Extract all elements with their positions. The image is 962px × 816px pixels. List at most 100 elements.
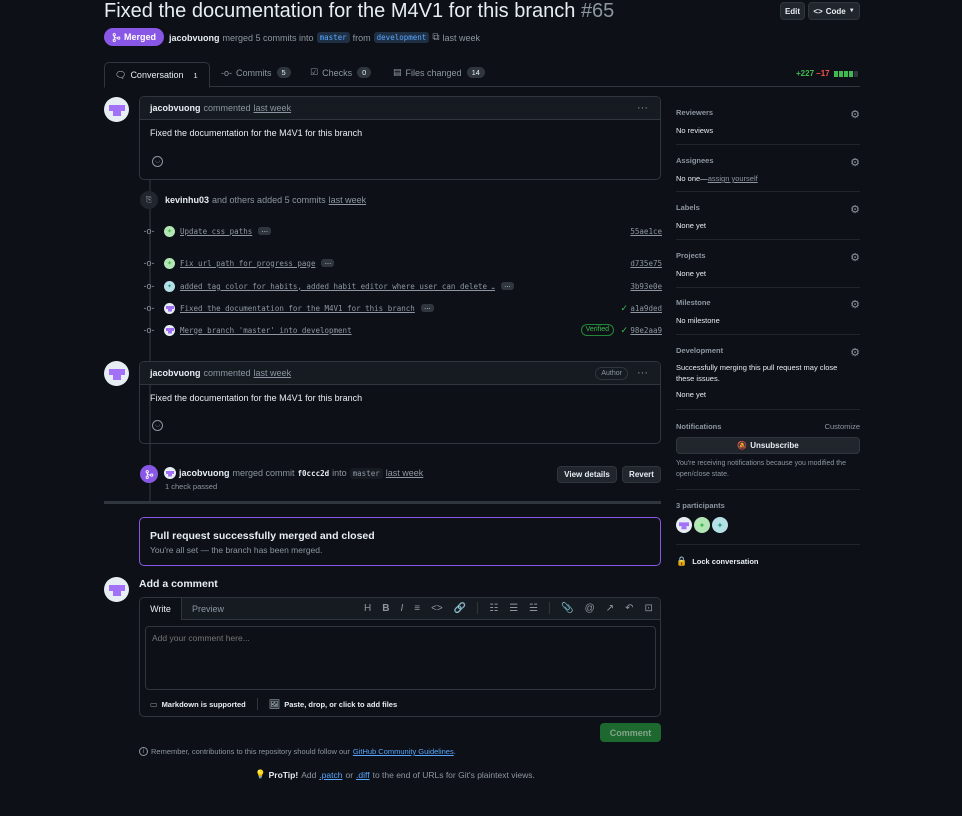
comment-textarea[interactable] [145, 626, 656, 690]
comment-time[interactable]: last week [254, 103, 292, 113]
unsubscribe-button[interactable]: 🔕 Unsubscribe [676, 437, 860, 454]
tab-write[interactable]: Write [140, 598, 182, 620]
revert-button[interactable]: Revert [622, 466, 661, 483]
kebab-menu-icon[interactable]: ··· [637, 367, 648, 379]
checks-passed[interactable]: 1 check passed [165, 482, 217, 491]
quote-icon[interactable]: ≡ [414, 603, 420, 614]
italic-icon[interactable]: I [400, 603, 403, 614]
markdown-note[interactable]: Markdown is supported [162, 700, 246, 709]
guidelines-link[interactable]: GitHub Community Guidelines [353, 747, 454, 756]
tab-files-changed[interactable]: ▤ Files changed 14 [393, 67, 485, 78]
link-icon[interactable]: 🔗 [454, 603, 466, 614]
sidebar-development: Development Successfully merging this pu… [676, 346, 860, 410]
assign-yourself-link[interactable]: assign yourself [708, 174, 758, 183]
merge-branch[interactable]: master [349, 467, 383, 479]
base-branch[interactable]: master [316, 32, 350, 43]
commit-expand-button[interactable]: … [501, 282, 514, 290]
sidebar-reviewers-title[interactable]: Reviewers [676, 108, 860, 117]
timeline-divider [104, 501, 661, 504]
commit-sha[interactable]: 98e2aa9 [630, 326, 662, 335]
commit-message[interactable]: Fixed the documentation for the M4V1 for… [180, 304, 415, 313]
participant-avatar[interactable]: ✦ [694, 517, 710, 533]
task-list-icon[interactable]: ☱ [529, 603, 538, 614]
bold-icon[interactable]: B [382, 603, 389, 614]
commit-expand-button[interactable]: … [258, 227, 272, 235]
view-details-button[interactable]: View details [557, 466, 617, 483]
tab-commits[interactable]: -o- Commits 5 [221, 67, 291, 78]
author-link[interactable]: jacobvuong [169, 33, 220, 43]
sidebar-labels-title[interactable]: Labels [676, 203, 860, 212]
avatar[interactable] [104, 577, 129, 602]
commit-sha[interactable]: 3b93e0e [630, 282, 662, 291]
numbered-list-icon[interactable]: ☷ [489, 603, 498, 614]
commit-expand-button[interactable]: … [321, 259, 335, 267]
tab-preview-label: Preview [192, 604, 225, 614]
comment-submit-button[interactable]: Comment [600, 723, 661, 742]
commits-event-time[interactable]: last week [329, 195, 367, 205]
cross-reference-icon[interactable]: ↗ [606, 603, 614, 614]
gear-icon[interactable]: ⚙ [850, 251, 860, 264]
kebab-menu-icon[interactable]: ··· [637, 102, 648, 114]
merge-event-time[interactable]: last week [386, 468, 424, 478]
lock-conversation[interactable]: 🔒 Lock conversation [676, 556, 759, 567]
sidebar-assignees-title[interactable]: Assignees [676, 156, 860, 165]
gear-icon[interactable]: ⚙ [850, 298, 860, 311]
slash-commands-icon[interactable]: ⊡ [645, 603, 653, 614]
participant-avatar[interactable]: ✦ [712, 517, 728, 533]
comment-author[interactable]: jacobvuong [150, 103, 201, 113]
comment-time[interactable]: last week [254, 368, 292, 378]
merge-commit-sha[interactable]: f0ccc2d [298, 469, 330, 478]
commit-avatar[interactable]: ✦ [164, 257, 175, 269]
head-branch[interactable]: development [373, 32, 430, 43]
commit-sha[interactable]: 55ae1ce [630, 227, 662, 236]
repo-push-icon: ⎘ [140, 191, 158, 209]
commit-message[interactable]: Update css paths [180, 227, 252, 236]
commit-expand-button[interactable]: … [420, 304, 434, 312]
commit-avatar[interactable] [164, 324, 175, 336]
bulleted-list-icon[interactable]: ☰ [509, 603, 518, 614]
commit-sha[interactable]: a1a9ded [630, 304, 662, 313]
editor-footer: ▭ Markdown is supported 🖼 Paste, drop, o… [150, 698, 397, 710]
diff-link[interactable]: .diff [356, 770, 370, 780]
attach-icon[interactable]: 📎 [561, 603, 573, 614]
gear-icon[interactable]: ⚙ [850, 156, 860, 169]
sidebar-projects-title[interactable]: Projects [676, 251, 860, 260]
customize-link[interactable]: Customize [825, 422, 860, 431]
verified-badge[interactable]: Verified [580, 324, 614, 336]
add-reaction-icon[interactable]: ◡ [152, 420, 163, 431]
sidebar-milestone-title[interactable]: Milestone [676, 298, 860, 307]
heading-icon[interactable]: H [364, 603, 371, 614]
commit-avatar[interactable]: ✦ [164, 225, 175, 237]
commit-row: -o- Merge branch 'master' into developme… [140, 321, 662, 339]
reply-icon[interactable]: ↶ [625, 603, 633, 614]
add-reaction-icon[interactable]: ◡ [152, 156, 163, 167]
commit-message[interactable]: added tag color for habits, added habit … [180, 282, 495, 291]
mention-icon[interactable]: @ [585, 603, 595, 614]
gear-icon[interactable]: ⚙ [850, 346, 860, 359]
avatar[interactable] [104, 361, 129, 386]
attach-note[interactable]: Paste, drop, or click to add files [284, 700, 397, 709]
edit-button[interactable]: Edit [780, 2, 805, 20]
commits-event-author[interactable]: kevinhu03 [165, 195, 209, 205]
sidebar-development-title[interactable]: Development [676, 346, 860, 355]
merge-event-author[interactable]: jacobvuong [179, 468, 230, 478]
copy-icon[interactable]: ⧉ [432, 32, 439, 43]
commit-avatar[interactable]: ✦ [164, 280, 175, 292]
comment-author[interactable]: jacobvuong [150, 368, 201, 378]
code-button[interactable]: <> Code ▼ [808, 2, 860, 20]
tab-checks[interactable]: ☑ Checks 0 [310, 67, 372, 78]
participant-avatar[interactable] [676, 517, 692, 533]
tab-preview[interactable]: Preview [192, 604, 224, 614]
code-icon[interactable]: <> [431, 603, 443, 614]
commit-avatar[interactable] [164, 302, 175, 314]
gear-icon[interactable]: ⚙ [850, 203, 860, 216]
sidebar-notifications: Notifications Customize 🔕 Unsubscribe Yo… [676, 422, 860, 490]
avatar[interactable] [104, 97, 129, 122]
patch-link[interactable]: .patch [319, 770, 342, 780]
commit-sha[interactable]: d735e75 [630, 259, 662, 268]
commit-message[interactable]: Merge branch 'master' into development [180, 326, 352, 335]
gear-icon[interactable]: ⚙ [850, 108, 860, 121]
commit-message[interactable]: Fix url path for progress page [180, 259, 315, 268]
tab-conversation[interactable]: 🗨 Conversation 1 [104, 62, 210, 88]
merge-avatar[interactable] [164, 467, 176, 479]
